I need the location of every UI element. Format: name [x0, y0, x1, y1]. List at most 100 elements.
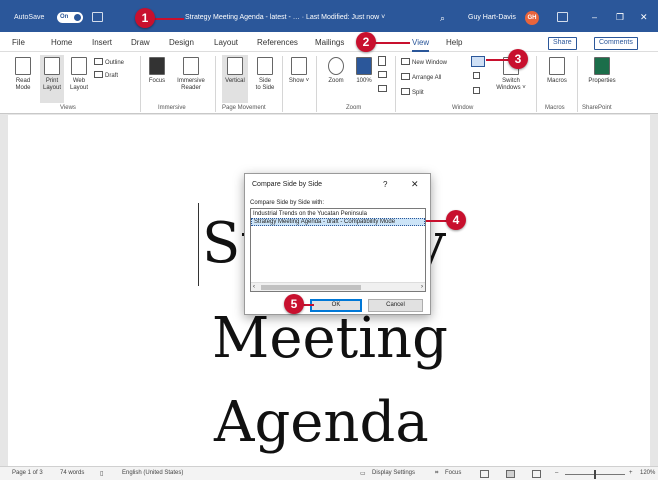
page-movement-group-label: Page Movement — [222, 105, 266, 111]
list-item-selected[interactable]: Strategy Meeting Agenda - draft - Compat… — [251, 218, 425, 226]
group-divider — [577, 56, 578, 112]
new-window-button[interactable]: New Window — [401, 58, 447, 67]
focus-button[interactable]: Focus — [146, 57, 168, 85]
side-to-side-button[interactable]: Side to Side — [252, 57, 278, 92]
zoom-group-label: Zoom — [346, 105, 362, 111]
close-window-button[interactable]: ✕ — [640, 12, 648, 23]
tab-help[interactable]: Help — [446, 38, 462, 47]
ribbon-display-icon[interactable] — [557, 12, 568, 22]
share-button[interactable]: Share — [548, 37, 577, 50]
dialog-close-button[interactable]: ✕ — [411, 179, 419, 190]
draft-button[interactable]: Draft — [94, 71, 118, 80]
show-button[interactable]: Show ˅ — [288, 57, 310, 85]
list-item[interactable]: Industrial Trends on the Yucatan Peninsu… — [251, 210, 425, 218]
read-mode-view-icon[interactable] — [480, 470, 489, 478]
user-name[interactable]: Guy Hart-Davis — [468, 14, 516, 21]
zoom-out-button[interactable]: – — [555, 470, 558, 476]
comments-button[interactable]: Comments — [594, 37, 638, 50]
outline-button[interactable]: Outline — [94, 58, 124, 67]
web-layout-icon — [71, 57, 87, 75]
tab-references[interactable]: References — [257, 38, 298, 47]
read-mode-button[interactable]: Read Mode — [12, 57, 34, 92]
callout-4: 4 — [446, 210, 466, 230]
autosave-toggle[interactable]: On — [57, 12, 83, 23]
callout-5: 5 — [284, 294, 304, 314]
scroll-thumb[interactable] — [261, 285, 361, 290]
callout-arrow — [486, 59, 510, 61]
print-layout-button[interactable]: Print Layout — [40, 55, 64, 103]
page-width-button[interactable] — [378, 85, 389, 94]
outline-icon — [94, 58, 103, 65]
display-settings-button[interactable]: Display Settings — [372, 470, 415, 476]
title-bar: AutoSave On Strategy Meeting Agenda - la… — [0, 0, 658, 32]
view-side-by-side-button[interactable] — [471, 56, 485, 67]
sharepoint-group-label: SharePoint — [582, 105, 612, 111]
tab-design[interactable]: Design — [169, 38, 194, 47]
group-divider — [316, 56, 317, 112]
split-button[interactable]: Split — [401, 88, 424, 97]
save-icon[interactable] — [92, 12, 103, 22]
callout-1: 1 — [135, 8, 155, 28]
compare-side-by-side-dialog: Compare Side by Side ? ✕ Compare Side by… — [244, 173, 431, 315]
tab-draw[interactable]: Draw — [131, 38, 150, 47]
help-button[interactable]: ? — [383, 180, 387, 189]
page-count[interactable]: Page 1 of 3 — [12, 470, 43, 476]
cancel-button[interactable]: Cancel — [368, 299, 423, 312]
zoom-in-button[interactable]: + — [629, 470, 633, 476]
callout-arrow — [372, 42, 410, 44]
document-list[interactable]: Industrial Trends on the Yucatan Peninsu… — [250, 208, 426, 292]
document-title[interactable]: Strategy Meeting Agenda - latest - … · L… — [185, 14, 385, 21]
web-layout-button[interactable]: Web Layout — [68, 57, 90, 92]
vertical-button[interactable]: Vertical — [222, 55, 248, 103]
draft-icon — [94, 71, 103, 78]
reset-window-position-icon — [473, 87, 480, 94]
arrange-all-icon — [401, 73, 410, 80]
macros-button[interactable]: Macros — [542, 57, 572, 85]
tab-insert[interactable]: Insert — [92, 38, 112, 47]
print-layout-icon — [44, 57, 60, 75]
ok-button[interactable]: OK — [310, 299, 362, 312]
callout-arrow — [426, 220, 448, 222]
focus-mode-icon[interactable]: ⌗ — [435, 470, 438, 477]
reset-window-position-button[interactable] — [473, 87, 482, 96]
synchronous-scrolling-button[interactable] — [473, 72, 482, 81]
scroll-left-icon[interactable]: ‹ — [253, 283, 255, 291]
group-divider — [140, 56, 141, 112]
focus-mode-button[interactable]: Focus — [445, 470, 461, 476]
tab-home[interactable]: Home — [51, 38, 72, 47]
display-settings-icon[interactable]: ▭ — [360, 470, 366, 477]
arrange-all-button[interactable]: Arrange All — [401, 73, 441, 82]
tab-view[interactable]: View — [412, 38, 430, 52]
new-window-icon — [401, 58, 410, 65]
focus-icon — [149, 57, 165, 75]
one-page-button[interactable] — [378, 56, 388, 68]
autosave-label: AutoSave — [14, 14, 45, 21]
zoom-slider-thumb[interactable] — [594, 470, 596, 479]
properties-button[interactable]: Properties — [582, 57, 622, 85]
language-status[interactable]: English (United States) — [122, 470, 183, 476]
document-heading-line-3: Agenda — [214, 390, 429, 455]
web-layout-view-icon[interactable] — [532, 470, 541, 478]
immersive-group-label: Immersive — [158, 105, 186, 111]
search-icon[interactable]: ⌕ — [440, 13, 445, 24]
minimize-button[interactable]: – — [592, 12, 597, 22]
zoom-100-button[interactable]: 100% — [353, 57, 375, 85]
ribbon-view: Read Mode Print Layout Web Layout Outlin… — [0, 52, 658, 114]
status-bar: Page 1 of 3 74 words ▯ English (United S… — [0, 466, 658, 480]
tab-mailings[interactable]: Mailings — [315, 38, 344, 47]
window-group-label: Window — [452, 105, 474, 111]
restore-button[interactable]: ❐ — [616, 12, 624, 23]
scroll-right-icon[interactable]: › — [421, 283, 423, 291]
zoom-button[interactable]: Zoom — [322, 57, 350, 85]
horizontal-scrollbar[interactable]: ‹ › — [251, 282, 425, 291]
immersive-reader-button[interactable]: Immersive Reader — [173, 57, 209, 92]
tab-file[interactable]: File — [12, 38, 25, 47]
word-count[interactable]: 74 words — [60, 470, 84, 476]
print-layout-view-icon[interactable] — [506, 470, 515, 478]
avatar[interactable]: GH — [525, 11, 539, 25]
zoom-magnifier-icon — [328, 57, 344, 75]
zoom-level[interactable]: 120% — [640, 470, 655, 476]
multiple-pages-button[interactable] — [378, 71, 389, 80]
tab-layout[interactable]: Layout — [214, 38, 238, 47]
proofing-icon[interactable]: ▯ — [100, 470, 103, 477]
